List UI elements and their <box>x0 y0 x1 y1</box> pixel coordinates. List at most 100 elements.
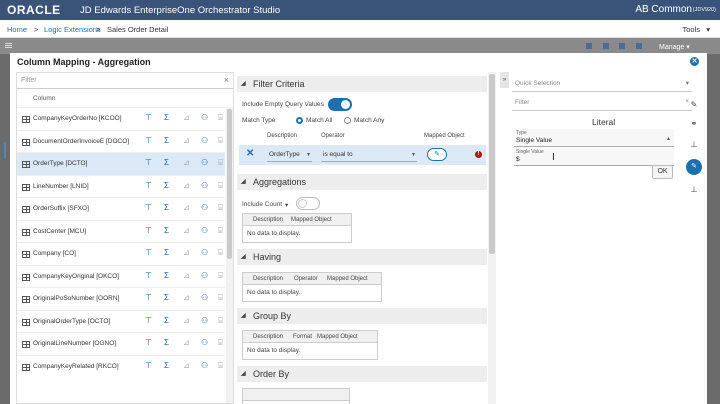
count-icon[interactable]: ⚇ <box>201 203 208 213</box>
average-icon[interactable]: ⊿ <box>183 293 190 303</box>
count-icon[interactable]: ⚇ <box>201 361 208 371</box>
chevron-down-icon[interactable]: ▾ <box>706 25 710 34</box>
group-by-icon[interactable]: ⊤ <box>145 361 152 371</box>
group-by-icon[interactable]: ⊤ <box>145 293 152 303</box>
sum-icon[interactable]: Σ <box>164 271 169 281</box>
collapse-panel-button[interactable]: » <box>500 72 509 88</box>
column-row[interactable]: DocumentOrderInvoiceE [DOCO] ⊤ Σ ⊿ ⚇ ⌸ <box>17 129 225 153</box>
group-by-icon[interactable]: ⊤ <box>145 248 152 258</box>
sum-icon[interactable]: Σ <box>164 293 169 303</box>
remove-criteria-icon[interactable]: ✕ <box>246 148 254 159</box>
column-row[interactable]: OrderType [DCTO] ⊤ Σ ⊿ ⚇ ⌸ <box>17 152 225 175</box>
edit-icon[interactable]: ✎ <box>686 159 702 175</box>
count-icon[interactable]: ⚇ <box>201 248 208 258</box>
criteria-scrollbar[interactable] <box>488 72 496 404</box>
average-icon[interactable]: ⊿ <box>183 271 190 281</box>
having-header[interactable]: ◢ Having <box>237 249 487 265</box>
anchor-icon[interactable]: ⊥ <box>687 185 701 194</box>
column-row[interactable]: CostCenter [MCU] ⊤ Σ ⊿ ⚇ ⌸ <box>17 219 225 243</box>
link-icon[interactable]: ⚭ <box>687 119 701 128</box>
more-icon[interactable]: ⌸ <box>218 226 223 236</box>
column-row[interactable]: LineNumber [LNID] ⊤ Σ ⊿ ⚇ ⌸ <box>17 174 225 198</box>
average-icon[interactable]: ⊿ <box>183 316 190 326</box>
clear-icon[interactable]: × <box>224 75 229 85</box>
column-row[interactable]: OriginalOrderType [OCTO] ⊤ Σ ⊿ ⚇ ⌸ <box>17 309 225 333</box>
manage-menu[interactable]: Manage ▾ <box>659 43 690 51</box>
count-icon[interactable]: ⚇ <box>201 338 208 348</box>
count-icon[interactable]: ⚇ <box>201 271 208 281</box>
sum-icon[interactable]: Σ <box>164 203 169 213</box>
match-all-radio[interactable] <box>296 117 303 124</box>
average-icon[interactable]: ⊿ <box>183 136 190 146</box>
column-row[interactable]: Company [CO] ⊤ Σ ⊿ ⚇ ⌸ <box>17 242 225 265</box>
more-icon[interactable]: ⌸ <box>218 158 223 168</box>
count-icon[interactable]: ⚇ <box>201 293 208 303</box>
pin-icon[interactable]: ✎ <box>687 100 701 109</box>
description-select[interactable]: OrderType ▾ <box>267 148 312 162</box>
group-by-icon[interactable]: ⊤ <box>145 316 152 326</box>
sum-icon[interactable]: Σ <box>164 136 169 146</box>
group-by-icon[interactable]: ⊤ <box>145 271 152 281</box>
operator-select[interactable]: is equal to ▾ <box>321 148 417 162</box>
include-count-toggle[interactable] <box>296 197 320 210</box>
count-icon[interactable]: ⚇ <box>201 136 208 146</box>
count-icon[interactable]: ⚇ <box>201 316 208 326</box>
column-filter-input[interactable]: Filter × <box>17 73 233 89</box>
hamburger-icon[interactable] <box>5 43 12 48</box>
sum-icon[interactable]: Σ <box>164 338 169 348</box>
save-as-icon[interactable] <box>603 43 609 49</box>
sum-icon[interactable]: Σ <box>164 113 169 123</box>
more-icon[interactable]: ⌸ <box>218 203 223 213</box>
sum-icon[interactable]: Σ <box>164 226 169 236</box>
breadcrumb-logic-extensions[interactable]: Logic Extensions <box>44 25 101 34</box>
group-by-header[interactable]: ◢ Group By <box>237 308 487 324</box>
group-by-icon[interactable]: ⊤ <box>145 158 152 168</box>
redo-icon[interactable] <box>636 43 642 49</box>
group-by-icon[interactable]: ⊤ <box>145 338 152 348</box>
single-value-input[interactable]: Single Value $ I <box>514 148 674 166</box>
sum-icon[interactable]: Σ <box>164 316 169 326</box>
more-icon[interactable]: ⌸ <box>218 293 223 303</box>
aggregations-header[interactable]: ◢ Aggregations <box>237 174 487 190</box>
more-icon[interactable]: ⌸ <box>218 271 223 281</box>
column-row[interactable]: CompanyKeyOriginal [OKCO] ⊤ Σ ⊿ ⚇ ⌸ <box>17 264 225 288</box>
average-icon[interactable]: ⊿ <box>183 203 190 213</box>
type-select[interactable]: Type Single Value ▴ <box>514 129 674 147</box>
average-icon[interactable]: ⊿ <box>183 338 190 348</box>
average-icon[interactable]: ⊿ <box>183 158 190 168</box>
sum-icon[interactable]: Σ <box>164 248 169 258</box>
filter-criteria-header[interactable]: ◢ Filter Criteria <box>237 76 487 92</box>
more-icon[interactable]: ⌸ <box>218 248 223 258</box>
quick-selection-select[interactable]: Quick Selection ▾ <box>512 76 692 92</box>
column-row[interactable]: OrderSuffix [SFXO] ⊤ Σ ⊿ ⚇ ⌸ <box>17 197 225 220</box>
chevron-down-icon[interactable]: ▾ <box>285 201 288 209</box>
sum-icon[interactable]: Σ <box>164 361 169 371</box>
tools-menu[interactable]: Tools <box>682 25 700 34</box>
ok-button[interactable]: OK <box>652 165 673 179</box>
more-icon[interactable]: ⌸ <box>218 136 223 146</box>
average-icon[interactable]: ⊿ <box>183 361 190 371</box>
average-icon[interactable]: ⊿ <box>183 181 190 191</box>
include-empty-toggle[interactable] <box>328 98 352 111</box>
group-by-icon[interactable]: ⊤ <box>145 226 152 236</box>
value-filter-input[interactable]: Filter × <box>512 95 692 111</box>
sum-icon[interactable]: Σ <box>164 158 169 168</box>
order-by-header[interactable]: ◢ Order By <box>237 366 487 382</box>
sum-icon[interactable]: Σ <box>164 181 169 191</box>
column-row[interactable]: OriginalPoSoNumber [OORN] ⊤ Σ ⊿ ⚇ ⌸ <box>17 287 225 310</box>
include-count-label[interactable]: Include Count <box>242 201 282 208</box>
count-icon[interactable]: ⚇ <box>201 113 208 123</box>
average-icon[interactable]: ⊿ <box>183 226 190 236</box>
undo-icon[interactable] <box>619 43 625 49</box>
user-menu[interactable]: AB Common <box>635 4 692 15</box>
average-icon[interactable]: ⊿ <box>183 113 190 123</box>
column-row[interactable]: CompanyKeyRelated [RKCO] ⊤ Σ ⊿ ⚇ ⌸ <box>17 354 225 378</box>
edit-mapped-object-button[interactable]: ✎ <box>427 148 447 161</box>
average-icon[interactable]: ⊿ <box>183 248 190 258</box>
more-icon[interactable]: ⌸ <box>218 361 223 371</box>
more-icon[interactable]: ⌸ <box>218 181 223 191</box>
close-icon[interactable]: ✕ <box>690 57 699 66</box>
more-icon[interactable]: ⌸ <box>218 316 223 326</box>
group-by-icon[interactable]: ⊤ <box>145 136 152 146</box>
count-icon[interactable]: ⚇ <box>201 158 208 168</box>
